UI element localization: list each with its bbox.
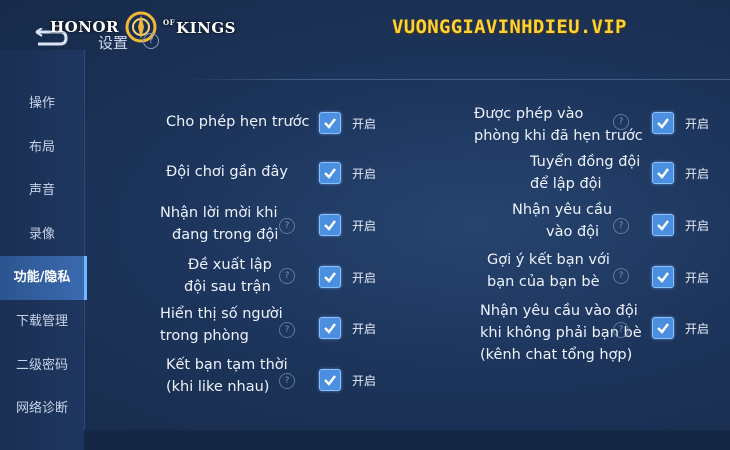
setting-label: Hiển thị số người <box>160 306 283 322</box>
checkmark-icon <box>657 220 669 231</box>
setting-checkbox[interactable] <box>652 214 674 236</box>
divider <box>182 79 730 80</box>
question-mark-icon[interactable]: ? <box>613 218 629 234</box>
setting-state-label: 开启 <box>685 167 710 181</box>
sidebar-item-recording[interactable]: 录像 <box>0 213 84 257</box>
question-mark-icon[interactable]: ? <box>613 114 629 130</box>
setting-label: Được phép vào <box>474 106 584 122</box>
setting-state-label: 开启 <box>685 322 710 336</box>
setting-state-label: 开启 <box>352 117 377 131</box>
checkmark-icon <box>657 272 669 283</box>
checkmark-icon <box>657 168 669 179</box>
setting-state-label: 开启 <box>685 117 710 131</box>
checkmark-icon <box>324 272 336 283</box>
setting-state-label: 开启 <box>352 322 377 336</box>
setting-label: Nhận yêu cầu vào đội <box>480 303 638 319</box>
question-mark-icon[interactable]: ? <box>279 322 295 338</box>
setting-state-label: 开启 <box>352 167 377 181</box>
setting-state-label: 开启 <box>352 374 377 388</box>
setting-checkbox[interactable] <box>319 214 341 236</box>
checkmark-icon <box>657 323 669 334</box>
setting-label: trong phòng <box>160 328 249 344</box>
sidebar-item-sound[interactable]: 声音 <box>0 169 84 213</box>
setting-checkbox[interactable] <box>319 112 341 134</box>
sidebar-item-download-manager[interactable]: 下载管理 <box>0 300 84 344</box>
setting-label: đội sau trận <box>184 279 271 295</box>
question-mark-icon[interactable]: ? <box>613 268 629 284</box>
setting-label: Đội chơi gần đây <box>166 164 288 180</box>
setting-label: vào đội <box>546 224 600 240</box>
question-mark-icon[interactable]: ? <box>279 373 295 389</box>
setting-state-label: 开启 <box>685 271 710 285</box>
sidebar-item-label: 功能/隐私 <box>13 270 71 285</box>
watermark: VUONGGIAVINHDIEU.VIP <box>392 16 627 38</box>
setting-label: Nhận yêu cầu <box>512 202 613 218</box>
question-mark-icon[interactable]: ? <box>279 218 295 234</box>
checkmark-icon <box>324 118 336 129</box>
header: HONOR OFKINGS 设置 ? VUONGGIAVINHDIEU.VIP <box>0 0 730 62</box>
sidebar-item-secondary-password[interactable]: 二级密码 <box>0 344 84 388</box>
setting-label: bạn của bạn bè <box>487 274 600 290</box>
setting-checkbox[interactable] <box>319 266 341 288</box>
sidebar-item-label: 操作 <box>28 96 55 111</box>
sidebar-item-label: 录像 <box>28 227 55 242</box>
checkmark-icon <box>324 220 336 231</box>
setting-checkbox[interactable] <box>319 369 341 391</box>
question-mark-icon[interactable]: ? <box>613 322 629 338</box>
sidebar-item-operation[interactable]: 操作 <box>0 82 84 126</box>
setting-label: Kết bạn tạm thời <box>166 357 288 373</box>
question-mark-icon[interactable]: ? <box>143 33 159 49</box>
setting-state-label: 开启 <box>352 271 377 285</box>
bottom-panel-edge <box>84 430 730 450</box>
setting-label: để lập đội <box>530 176 602 192</box>
setting-label: Gợi ý kết bạn với <box>487 252 610 268</box>
checkmark-icon <box>657 118 669 129</box>
setting-checkbox[interactable] <box>652 317 674 339</box>
setting-checkbox[interactable] <box>652 112 674 134</box>
setting-label: Nhận lời mời khi <box>160 205 278 221</box>
setting-state-label: 开启 <box>352 219 377 233</box>
setting-label: (kênh chat tổng hợp) <box>480 347 633 363</box>
setting-checkbox[interactable] <box>652 162 674 184</box>
setting-label: Đề xuất lập <box>188 257 272 273</box>
sidebar-item-label: 布局 <box>28 140 55 155</box>
logo-text-right: OFKINGS <box>162 17 236 37</box>
sidebar-item-network-diagnosis[interactable]: 网络诊断 <box>0 387 84 431</box>
setting-label: Tuyển đồng đội <box>530 154 641 170</box>
setting-state-label: 开启 <box>685 219 710 233</box>
setting-checkbox[interactable] <box>319 317 341 339</box>
sidebar-item-label: 二级密码 <box>15 358 68 373</box>
question-mark-icon[interactable]: ? <box>279 268 295 284</box>
sidebar-item-layout[interactable]: 布局 <box>0 126 84 170</box>
setting-checkbox[interactable] <box>319 162 341 184</box>
setting-label: đang trong đội <box>172 227 279 243</box>
sidebar-item-label: 下载管理 <box>15 314 68 329</box>
sidebar-item-label: 网络诊断 <box>15 401 68 416</box>
sidebar-item-label: 声音 <box>28 183 55 198</box>
setting-label: Cho phép hẹn trước <box>166 114 310 130</box>
checkmark-icon <box>324 323 336 334</box>
setting-label: (khi like nhau) <box>166 379 270 395</box>
checkmark-icon <box>324 375 336 386</box>
page-title: 设置 <box>98 34 129 52</box>
checkmark-icon <box>324 168 336 179</box>
setting-checkbox[interactable] <box>652 266 674 288</box>
sidebar-item-function-privacy[interactable]: 功能/隐私 <box>0 256 87 300</box>
